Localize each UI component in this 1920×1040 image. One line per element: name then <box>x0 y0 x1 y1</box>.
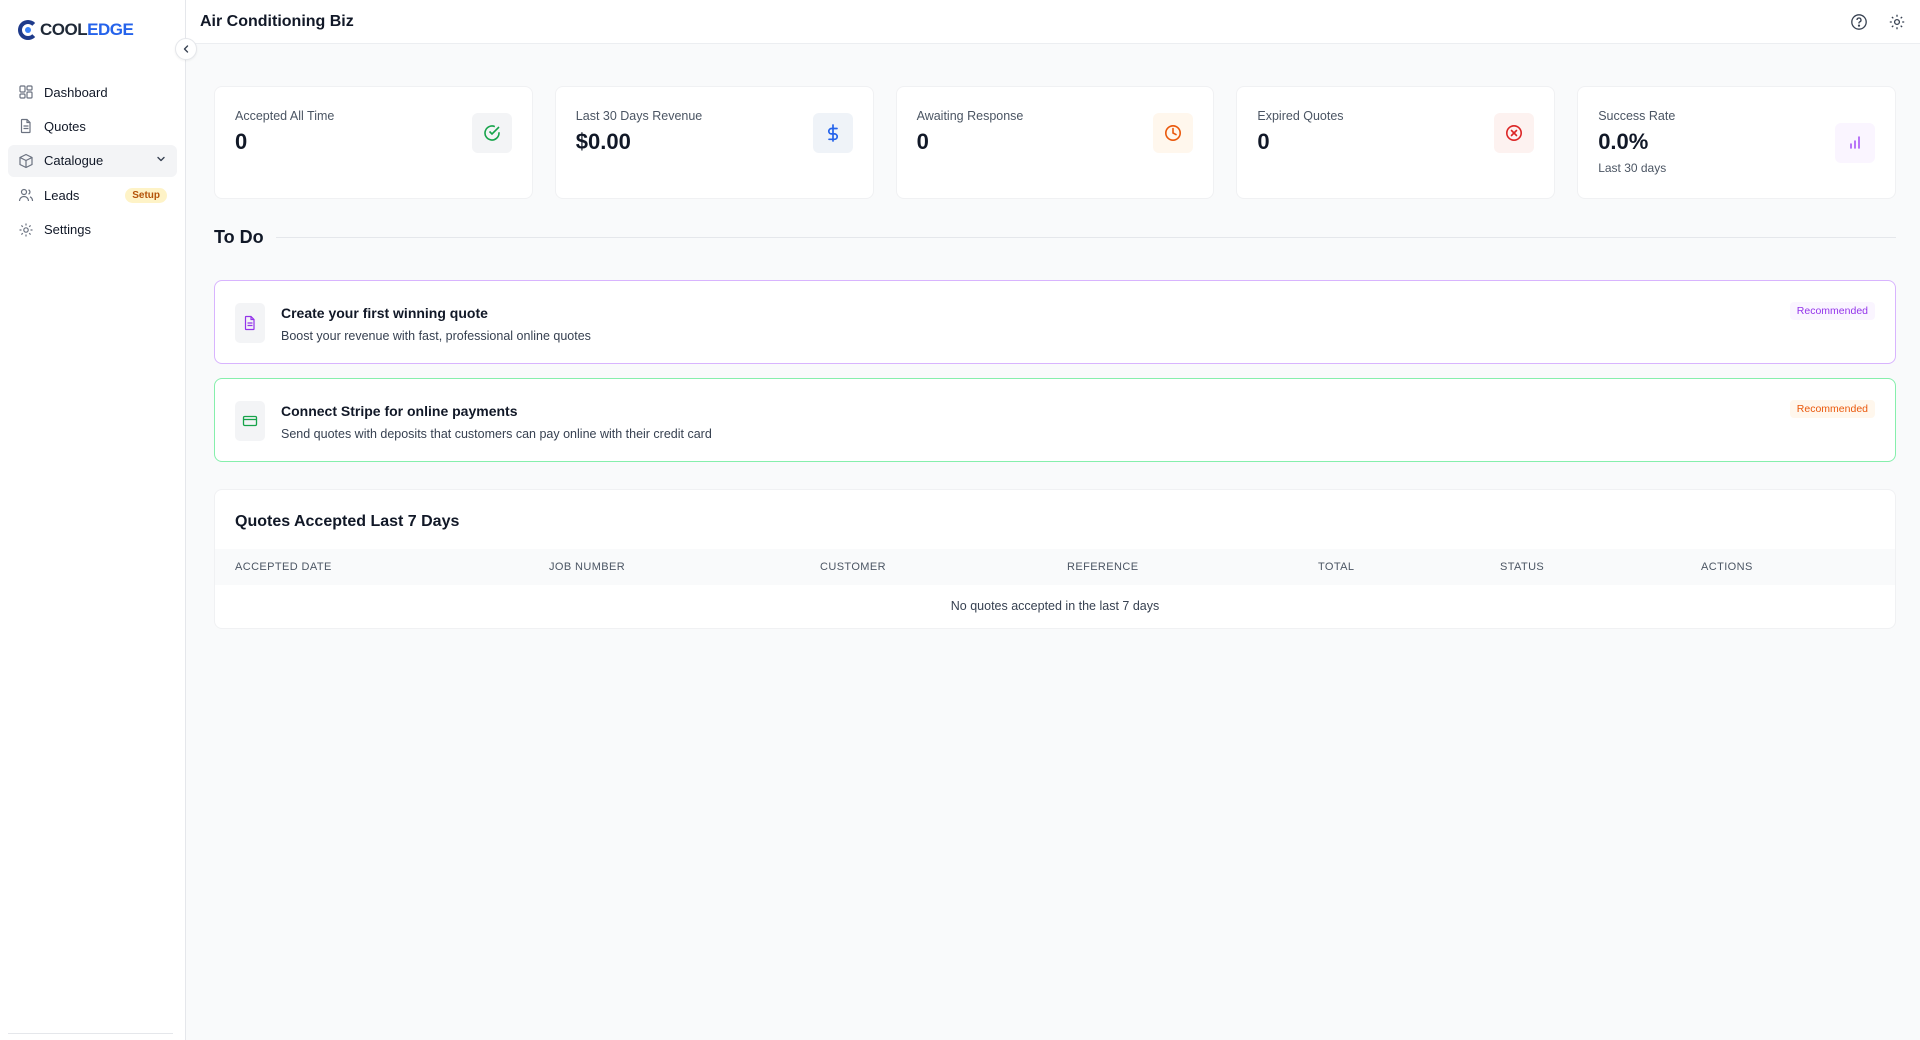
gear-icon[interactable] <box>1888 13 1906 31</box>
dollar-icon <box>812 113 853 153</box>
recommended-badge: Recommended <box>1789 400 1875 418</box>
stat-value: 0.0% <box>1598 129 1649 154</box>
clock-icon <box>1153 113 1194 153</box>
page-title: Air Conditioning Biz <box>200 12 354 30</box>
stat-card-revenue: Last 30 Days Revenue $0.00 <box>554 86 874 199</box>
sidebar-item-dashboard[interactable]: Dashboard <box>8 76 177 108</box>
logo-icon <box>18 20 38 40</box>
check-circle-icon <box>471 113 512 153</box>
sidebar-item-label: Quotes <box>44 118 86 134</box>
dashboard-icon <box>18 84 34 100</box>
column-header-reference[interactable]: REFERENCE <box>1067 561 1318 573</box>
stat-card-accepted: Accepted All Time 0 <box>214 86 533 199</box>
divider <box>275 237 1896 238</box>
sidebar: COOL EDGE Dashboard Quotes Catalogue Lea… <box>0 0 197 1040</box>
column-header-accepted-date[interactable]: ACCEPTED DATE <box>235 561 549 573</box>
sidebar-item-catalogue[interactable]: Catalogue <box>8 144 177 177</box>
collapse-sidebar-button[interactable] <box>175 38 197 60</box>
sidebar-item-settings[interactable]: Settings <box>8 214 177 246</box>
gear-icon <box>18 222 34 238</box>
stat-value: 0 <box>1257 129 1270 154</box>
stat-value: 0 <box>235 129 248 154</box>
sidebar-divider <box>8 1033 173 1034</box>
document-icon <box>18 118 34 134</box>
users-icon <box>18 187 34 203</box>
column-header-total[interactable]: TOTAL <box>1318 561 1500 573</box>
stat-card-success-rate: Success Rate 0.0% Last 30 days <box>1577 86 1896 199</box>
stat-label: Last 30 Days Revenue <box>575 109 703 123</box>
help-icon[interactable] <box>1850 13 1868 31</box>
top-bar: Air Conditioning Biz <box>186 0 1920 44</box>
sidebar-item-label: Dashboard <box>44 84 108 100</box>
app-logo[interactable]: COOL EDGE <box>0 0 185 60</box>
stat-label: Expired Quotes <box>1257 109 1344 123</box>
setup-badge: Setup <box>125 187 167 203</box>
table-header: ACCEPTED DATE JOB NUMBER CUSTOMER REFERE… <box>215 549 1895 585</box>
todo-item-connect-stripe[interactable]: Connect Stripe for online payments Send … <box>214 378 1896 462</box>
credit-card-icon <box>235 401 265 441</box>
recommended-badge: Recommended <box>1789 302 1875 320</box>
stat-card-awaiting: Awaiting Response 0 <box>895 86 1215 199</box>
stat-label: Awaiting Response <box>916 109 1024 123</box>
stat-card-expired: Expired Quotes 0 <box>1236 86 1556 199</box>
sidebar-item-leads[interactable]: Leads Setup <box>8 179 177 211</box>
main-area: Air Conditioning Biz Accepted All Time 0 <box>186 0 1920 1040</box>
todo-title: Connect Stripe for online payments <box>281 403 518 419</box>
recent-quotes-table: Quotes Accepted Last 7 Days ACCEPTED DAT… <box>214 489 1896 629</box>
logo-text-edge: EDGE <box>87 20 134 39</box>
column-header-actions: ACTIONS <box>1701 561 1753 573</box>
sidebar-nav: Dashboard Quotes Catalogue Leads Setup S… <box>0 76 185 246</box>
stat-value: $0.00 <box>575 129 631 154</box>
sidebar-item-label: Catalogue <box>44 153 104 169</box>
logo-text-cool: COOL <box>40 20 88 39</box>
sidebar-item-label: Leads <box>44 187 80 203</box>
column-header-job-number[interactable]: JOB NUMBER <box>549 561 820 573</box>
chevron-left-icon <box>183 45 189 53</box>
stat-label: Accepted All Time <box>235 109 335 123</box>
todo-section-heading: To Do <box>214 227 1896 248</box>
stat-sub: Last 30 days <box>1598 161 1667 175</box>
stat-value: 0 <box>916 129 929 154</box>
top-actions <box>1850 13 1906 31</box>
document-icon <box>235 303 265 343</box>
sidebar-item-label: Settings <box>44 222 91 238</box>
chevron-down-icon[interactable] <box>155 153 167 168</box>
sidebar-item-quotes[interactable]: Quotes <box>8 110 177 142</box>
todo-description: Send quotes with deposits that customers… <box>281 427 712 441</box>
stat-label: Success Rate <box>1598 109 1676 123</box>
bar-chart-icon <box>1834 123 1875 163</box>
column-header-customer[interactable]: CUSTOMER <box>820 561 1067 573</box>
x-circle-icon <box>1494 113 1535 153</box>
todo-description: Boost your revenue with fast, profession… <box>281 329 591 343</box>
todo-title: Create your first winning quote <box>281 305 488 321</box>
todo-heading: To Do <box>214 227 264 247</box>
package-icon <box>18 153 34 169</box>
table-title: Quotes Accepted Last 7 Days <box>235 513 460 530</box>
empty-state-message: No quotes accepted in the last 7 days <box>950 599 1160 613</box>
dashboard-content: Accepted All Time 0 Last 30 Days Revenue… <box>186 44 1920 629</box>
stats-row: Accepted All Time 0 Last 30 Days Revenue… <box>214 86 1896 199</box>
column-header-status[interactable]: STATUS <box>1500 561 1701 573</box>
todo-item-create-quote[interactable]: Create your first winning quote Boost yo… <box>214 280 1896 364</box>
